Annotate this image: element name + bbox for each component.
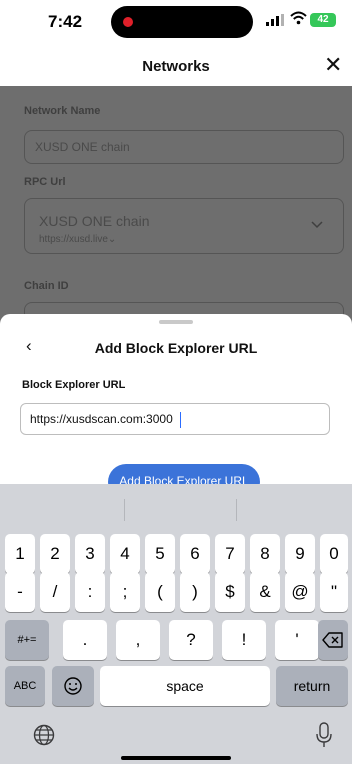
text-cursor (180, 412, 181, 428)
chevron-down-small-icon: ⌄ (107, 234, 117, 245)
key-close-paren[interactable]: ) (180, 572, 210, 612)
rpc-url-text: https://xusd.live (39, 234, 108, 245)
return-key[interactable]: return (276, 666, 348, 706)
chain-id-label: Chain ID (24, 280, 69, 292)
block-explorer-url-input[interactable] (20, 403, 330, 435)
emoji-icon (64, 677, 82, 695)
add-block-explorer-sheet: ‹ Add Block Explorer URL Block Explorer … (0, 314, 352, 500)
network-name-field[interactable]: XUSD ONE chain (24, 130, 344, 164)
key-2[interactable]: 2 (40, 534, 70, 574)
microphone-icon[interactable] (315, 722, 333, 748)
wifi-icon (290, 11, 307, 25)
backspace-icon (322, 632, 343, 648)
rpc-url-value: https://xusd.live⌄ (39, 234, 116, 245)
key-9[interactable]: 9 (285, 534, 315, 574)
cellular-signal-icon (266, 14, 284, 26)
globe-icon[interactable] (33, 724, 55, 746)
key-7[interactable]: 7 (215, 534, 245, 574)
key-hyphen[interactable]: - (5, 572, 35, 612)
sheet-drag-handle[interactable] (159, 320, 193, 324)
key-period[interactable]: . (63, 620, 107, 660)
key-exclamation[interactable]: ! (222, 620, 266, 660)
suggestion-divider (124, 499, 125, 521)
key-semicolon[interactable]: ; (110, 572, 140, 612)
key-6[interactable]: 6 (180, 534, 210, 574)
status-time: 7:42 (48, 12, 83, 31)
networks-header: Networks ✕ (0, 46, 352, 86)
rpc-url-select[interactable]: XUSD ONE chain https://xusd.live⌄ (24, 198, 344, 254)
network-name-value: XUSD ONE chain (35, 140, 130, 154)
network-name-label: Network Name (24, 105, 101, 117)
status-bar: 7:42 42 (0, 0, 352, 46)
rpc-url-label: RPC Url (24, 176, 66, 188)
close-icon[interactable]: ✕ (324, 52, 342, 78)
network-form-overlay: Network Name XUSD ONE chain RPC Url XUSD… (0, 86, 352, 344)
key-8[interactable]: 8 (250, 534, 280, 574)
key-ampersand[interactable]: & (250, 572, 280, 612)
home-indicator[interactable] (121, 756, 231, 760)
suggestion-divider (236, 499, 237, 521)
key-5[interactable]: 5 (145, 534, 175, 574)
key-slash[interactable]: / (40, 572, 70, 612)
key-abc[interactable]: ABC (5, 666, 45, 706)
battery-icon: 42 (310, 13, 336, 27)
key-question[interactable]: ? (169, 620, 213, 660)
key-comma[interactable]: , (116, 620, 160, 660)
sheet-title: Add Block Explorer URL (94, 340, 258, 356)
key-more-symbols[interactable]: #+= (5, 620, 49, 660)
key-apostrophe[interactable]: ' (275, 620, 319, 660)
key-1[interactable]: 1 (5, 534, 35, 574)
emoji-key[interactable] (52, 666, 94, 706)
block-explorer-url-label: Block Explorer URL (22, 379, 126, 391)
key-4[interactable]: 4 (110, 534, 140, 574)
key-colon[interactable]: : (75, 572, 105, 612)
rpc-network-name: XUSD ONE chain (39, 213, 150, 229)
backspace-key[interactable] (318, 620, 348, 660)
keyboard: 1 2 3 4 5 6 7 8 9 0 - / : ; ( ) $ & @ " … (0, 484, 352, 764)
dynamic-island (111, 6, 253, 38)
page-title: Networks (142, 58, 210, 75)
chevron-down-icon (311, 221, 323, 229)
key-0[interactable]: 0 (320, 534, 348, 574)
recording-indicator-icon (123, 17, 133, 27)
key-dollar[interactable]: $ (215, 572, 245, 612)
key-at[interactable]: @ (285, 572, 315, 612)
key-3[interactable]: 3 (75, 534, 105, 574)
key-open-paren[interactable]: ( (145, 572, 175, 612)
key-quote[interactable]: " (320, 572, 348, 612)
space-key[interactable]: space (100, 666, 270, 706)
